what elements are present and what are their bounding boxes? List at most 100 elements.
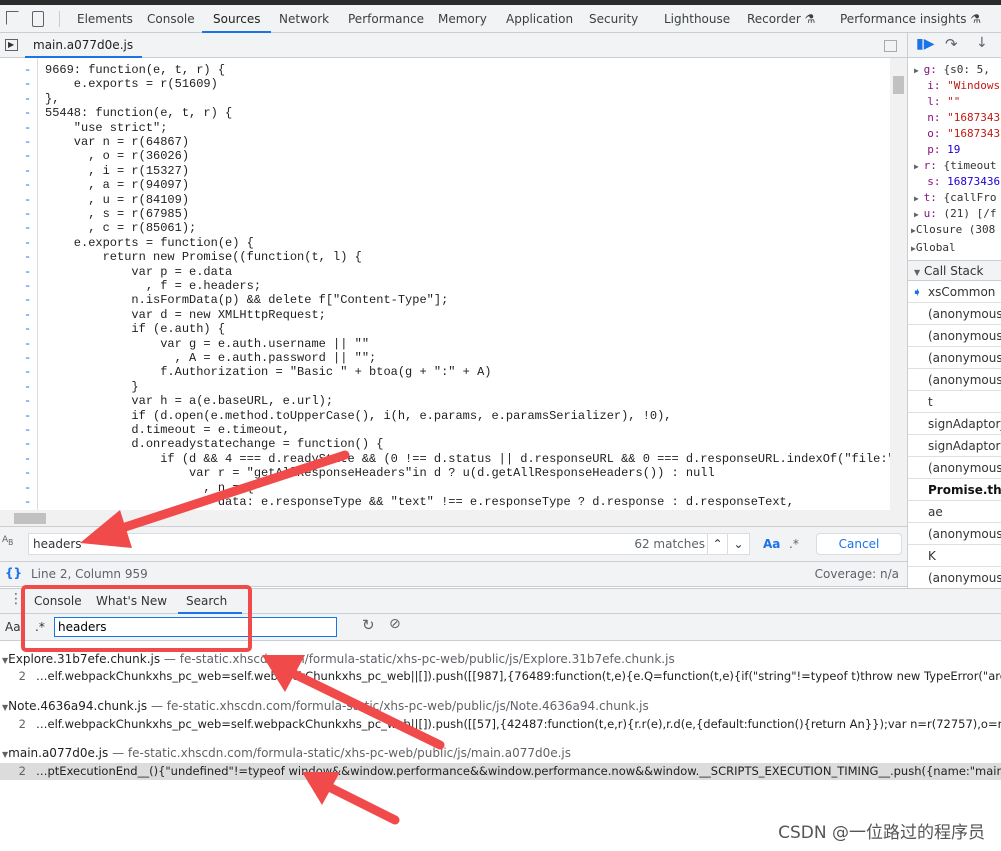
drawer-menu-icon[interactable]: ⋮	[9, 591, 23, 607]
device-toolbar-icon[interactable]	[32, 11, 44, 27]
vertical-scrollbar[interactable]	[890, 58, 907, 510]
search-result-match[interactable]: 2 …ptExecutionEnd__(){"undefined"!=typeof…	[0, 763, 1001, 780]
tab-memory[interactable]: Memory	[438, 5, 487, 33]
call-stack-frame[interactable]: ➧ xsCommon	[908, 281, 1001, 303]
scrollbar-thumb[interactable]	[893, 76, 904, 94]
call-stack-frame[interactable]: (anonymous)	[908, 347, 1001, 369]
call-stack-frame[interactable]: signAdaptor_a	[908, 413, 1001, 435]
scope-value: {timeout	[943, 159, 997, 172]
tab-console[interactable]: Console	[147, 5, 195, 33]
code-line: - return new Promise((function(t, l) {	[0, 250, 890, 264]
expand-arrow-icon[interactable]: ▶	[914, 210, 924, 219]
call-stack-frame[interactable]: (anonymous)	[908, 303, 1001, 325]
call-stack-frame[interactable]: (anonymous)	[908, 369, 1001, 391]
scope-variable[interactable]: ▶ t: {callFro	[914, 190, 997, 206]
tab-lighthouse[interactable]: Lighthouse	[664, 5, 730, 33]
code-line: -},	[0, 92, 890, 106]
search-result-match[interactable]: 2 …elf.webpackChunkxhs_pc_web=self.webpac…	[0, 668, 1001, 685]
tab-performance[interactable]: Performance	[348, 5, 424, 33]
code-line: - if (e.auth) {	[0, 322, 890, 336]
call-stack-frame[interactable]: K	[908, 545, 1001, 567]
file-tab-main[interactable]: main.a077d0e.js ×	[25, 33, 142, 76]
refresh-icon[interactable]: ↻	[362, 616, 375, 634]
expand-arrow-icon[interactable]: ▶	[914, 162, 924, 171]
code-line: - , c = r(85061);	[0, 221, 890, 235]
file-tab-label: main.a077d0e.js	[33, 38, 134, 52]
gutter-divider	[37, 58, 38, 510]
tab-security[interactable]: Security	[589, 5, 638, 33]
match-case-button[interactable]: Aa	[763, 537, 780, 551]
tab-performance-insights[interactable]: Performance insights ⚗	[840, 5, 981, 33]
resume-icon[interactable]: ▮▶	[916, 36, 934, 52]
find-input[interactable]: headers 62 matches ⌃ ⌄	[28, 533, 750, 555]
scope-variable[interactable]: p: 19	[914, 142, 960, 158]
scope-variable[interactable]: ▶ u: (21) [/f	[914, 206, 997, 222]
code-line: - data: e.responseType && "text" !== e.r…	[0, 495, 890, 509]
tab-elements[interactable]: Elements	[77, 5, 133, 33]
code-text: "use strict";	[45, 120, 168, 135]
toggle-debugger-icon[interactable]	[884, 40, 897, 52]
expand-arrow-icon[interactable]: ▶	[914, 66, 924, 75]
code-line: - , A = e.auth.password || "";	[0, 351, 890, 365]
step-over-icon[interactable]: ↷	[945, 35, 958, 53]
call-stack-frame[interactable]: signAdaptor	[908, 435, 1001, 457]
code-text: e.exports = function(e) {	[45, 235, 254, 250]
call-stack-frame[interactable]: t	[908, 391, 1001, 413]
scope-variable[interactable]: s: 16873436	[914, 174, 1000, 190]
regex-button[interactable]: .*	[789, 537, 799, 551]
expand-arrow-icon[interactable]: ▶	[914, 194, 924, 203]
clear-icon[interactable]: ⊘	[389, 616, 401, 632]
scope-section[interactable]: ▶Closure (308	[911, 222, 995, 238]
code-text: d.timeout = e.timeout,	[45, 423, 290, 437]
drawer-tab-whats-new[interactable]: What's New	[96, 594, 167, 608]
scope-variable[interactable]: o: "1687343	[914, 126, 1000, 142]
scrollbar-thumb[interactable]	[14, 513, 46, 524]
search-input[interactable]	[54, 617, 337, 637]
search-result-file[interactable]: ▼main.a077d0e.js — fe-static.xhscdn.com/…	[0, 745, 1001, 761]
next-match-button[interactable]: ⌄	[727, 534, 749, 554]
search-result-file[interactable]: ▼Note.4636a94.chunk.js — fe-static.xhscd…	[0, 698, 1001, 714]
code-line: - var g = e.auth.username || ""	[0, 337, 890, 351]
scope-section[interactable]: ▶Global	[911, 240, 956, 256]
code-text: , s = r(67985)	[45, 207, 190, 221]
tab-recorder[interactable]: Recorder ⚗	[747, 5, 815, 33]
search-result-match[interactable]: 2 …elf.webpackChunkxhs_pc_web=self.webpac…	[0, 716, 1001, 733]
call-stack-title: Call Stack	[923, 264, 984, 278]
match-case-button[interactable]: Aa	[5, 620, 21, 634]
code-text: var g = e.auth.username || ""	[45, 336, 370, 351]
call-stack-frame[interactable]: (anonymous)	[908, 523, 1001, 545]
toggle-navigator-icon[interactable]: ▶	[5, 39, 18, 51]
call-stack-frame[interactable]: Promise.then	[908, 479, 1001, 501]
tab-sources[interactable]: Sources	[202, 5, 272, 33]
scope-variable[interactable]: ▶ g: {s0: 5,	[914, 62, 990, 78]
scope-variable[interactable]: l: ""	[914, 94, 960, 110]
drawer-tab-search[interactable]: Search ×	[178, 589, 242, 632]
scope-variable[interactable]: ▶ r: {timeout	[914, 158, 997, 174]
call-stack-header[interactable]: ▼ Call Stack	[908, 260, 1001, 281]
drawer-tab-console[interactable]: Console	[34, 594, 82, 608]
step-into-icon[interactable]: ↓	[976, 35, 988, 51]
previous-match-button[interactable]: ⌃	[707, 534, 727, 554]
code-editor[interactable]: -9669: function(e, t, r) {- e.exports = …	[0, 58, 890, 510]
code-line: - e.exports = r(51609)	[0, 77, 890, 91]
call-stack-frame[interactable]: ae	[908, 501, 1001, 523]
regex-button[interactable]: .*	[35, 620, 45, 634]
horizontal-scrollbar[interactable]	[0, 510, 907, 527]
pretty-print-icon[interactable]: {}	[5, 566, 22, 580]
cancel-button[interactable]: Cancel	[816, 533, 902, 555]
scope-variable[interactable]: n: "1687343	[914, 110, 1000, 126]
call-stack-frame[interactable]: (anonymous)	[908, 457, 1001, 479]
call-stack-frame[interactable]: (anonymous)	[908, 325, 1001, 347]
tab-application[interactable]: Application	[506, 5, 573, 33]
scope-variable[interactable]: i: "Windows	[914, 78, 1000, 94]
call-stack-frame[interactable]: (anonymous)	[908, 567, 1001, 588]
code-text: return new Promise((function(t, l) {	[45, 250, 362, 265]
watermark: CSDN @一位路过的程序员	[778, 823, 985, 843]
scope-value: 16873436	[947, 175, 1001, 188]
gutter-marker: -	[24, 77, 32, 92]
replace-toggle-icon[interactable]: AB	[2, 535, 13, 547]
code-line: - d.timeout = e.timeout,	[0, 423, 890, 437]
search-result-file[interactable]: ▼Explore.31b7efe.chunk.js — fe-static.xh…	[0, 651, 1001, 667]
tab-network[interactable]: Network	[279, 5, 329, 33]
inspect-element-icon[interactable]	[6, 11, 19, 25]
